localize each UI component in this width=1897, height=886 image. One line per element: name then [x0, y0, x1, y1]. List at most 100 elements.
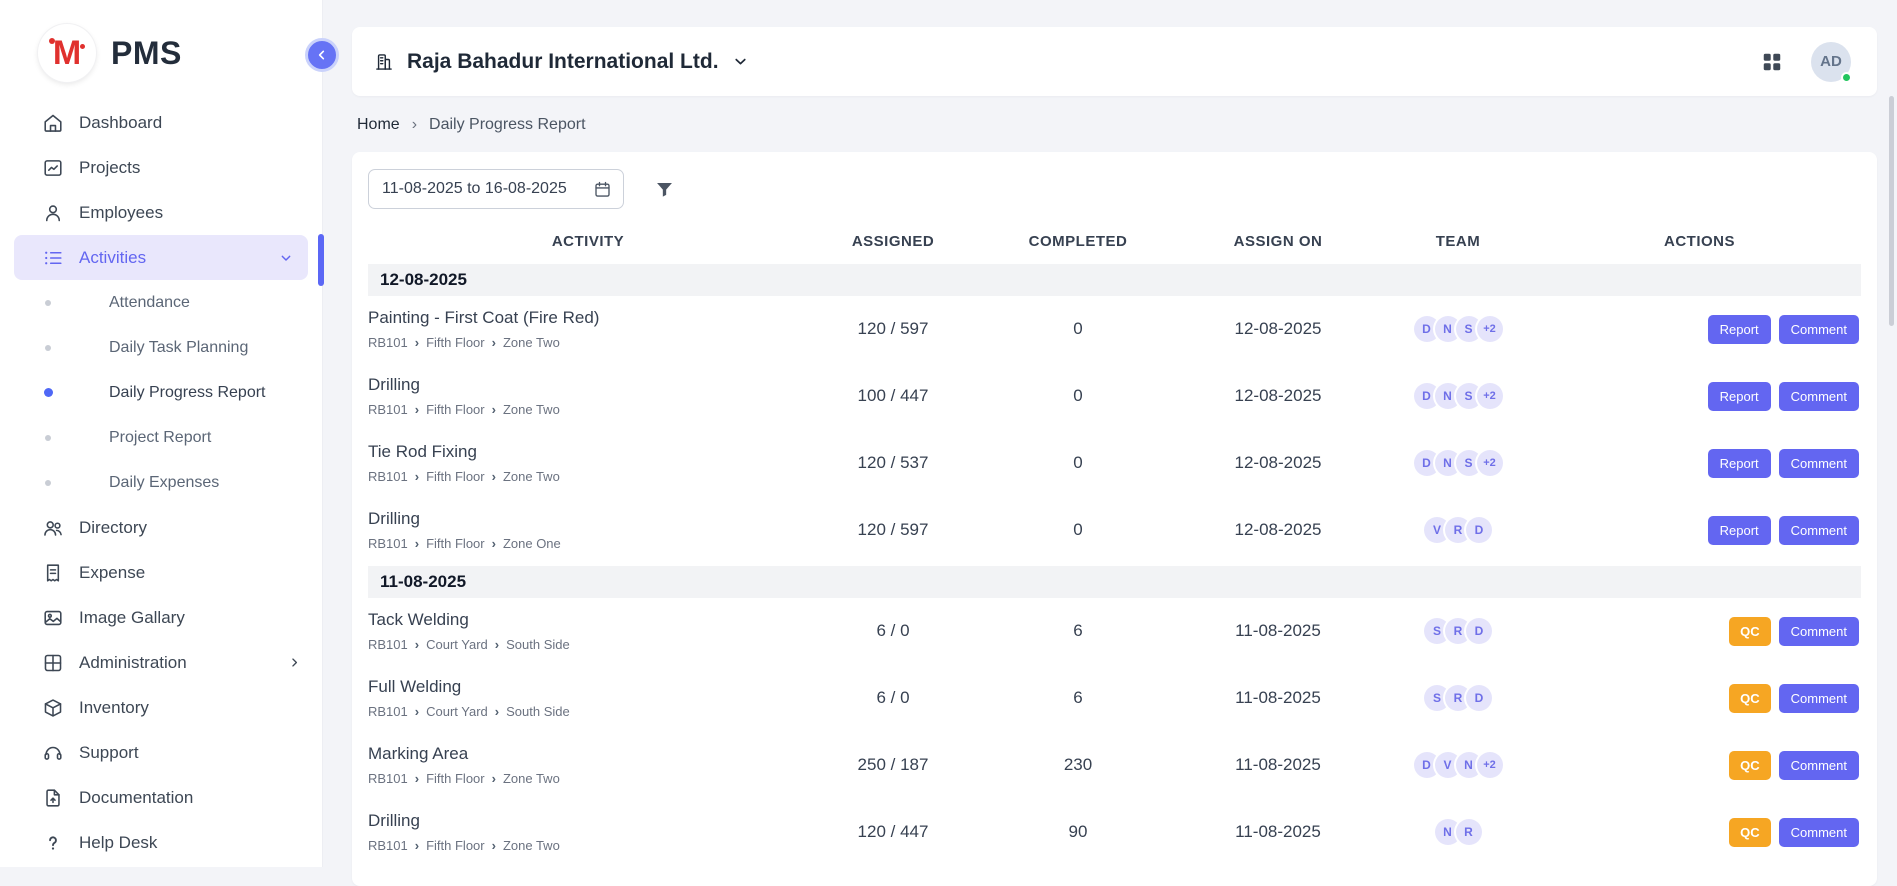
sidebar-item-label: Employees	[79, 203, 163, 223]
sidebar-item-image-gallery[interactable]: Image Gallary	[0, 595, 322, 640]
company-selector[interactable]: Raja Bahadur International Ltd.	[374, 50, 749, 74]
sidebar-item-label: Help Desk	[79, 833, 157, 853]
activities-list-icon	[42, 247, 64, 269]
table-row: Drilling RB101›Fifth Floor›Zone Two 120 …	[368, 799, 1861, 866]
chevron-separator-icon: ›	[412, 116, 417, 134]
breadcrumb-home[interactable]: Home	[357, 116, 400, 134]
comment-button[interactable]: Comment	[1779, 818, 1859, 847]
user-avatar[interactable]: AD	[1811, 42, 1851, 82]
home-icon	[42, 112, 64, 134]
report-button[interactable]: Report	[1708, 382, 1771, 411]
activity-title[interactable]: Drilling	[368, 508, 808, 529]
activity-title[interactable]: Painting - First Coat (Fire Red)	[368, 307, 808, 328]
sidebar-item-label: Administration	[79, 653, 187, 673]
activity-path: RB101›Fifth Floor›Zone Two	[368, 469, 808, 485]
comment-button[interactable]: Comment	[1779, 617, 1859, 646]
activity-title[interactable]: Tie Rod Fixing	[368, 441, 808, 462]
sidebar-item-documentation[interactable]: Documentation	[0, 775, 322, 820]
sidebar-collapse-button[interactable]	[305, 38, 339, 72]
comment-button[interactable]: Comment	[1779, 516, 1859, 545]
completed-value: 230	[978, 755, 1178, 775]
activity-title[interactable]: Marking Area	[368, 743, 808, 764]
filter-icon[interactable]	[654, 179, 675, 200]
qc-button[interactable]: QC	[1729, 684, 1771, 713]
pms-logo-icon: M	[38, 24, 96, 82]
breadcrumb-current: Daily Progress Report	[429, 116, 586, 134]
sidebar-item-projects[interactable]: Projects	[0, 145, 322, 190]
comment-button[interactable]: Comment	[1779, 382, 1859, 411]
sidebar-item-project-report[interactable]: Project Report	[0, 415, 322, 460]
sidebar-item-help-desk[interactable]: Help Desk	[0, 820, 322, 865]
sidebar-item-support[interactable]: Support	[0, 730, 322, 775]
sidebar-item-dashboard[interactable]: Dashboard	[0, 100, 322, 145]
bullet-icon	[45, 345, 51, 351]
activity-title[interactable]: Tack Welding	[368, 609, 808, 630]
team-avatars: SRD	[1378, 618, 1538, 644]
team-avatar[interactable]: R	[1456, 819, 1482, 845]
submenu-item-label: Daily Progress Report	[109, 384, 266, 402]
sidebar-item-inventory[interactable]: Inventory	[0, 685, 322, 730]
team-avatars: DVN+2	[1378, 752, 1538, 778]
scrollbar[interactable]	[1889, 96, 1894, 326]
report-button[interactable]: Report	[1708, 516, 1771, 545]
activity-title[interactable]: Drilling	[368, 374, 808, 395]
sidebar-item-directory[interactable]: Directory	[0, 505, 322, 550]
chevron-separator-icon: ›	[492, 470, 496, 484]
apps-grid-icon[interactable]	[1761, 51, 1783, 73]
assign-on-value: 11-08-2025	[1178, 822, 1378, 842]
report-button[interactable]: Report	[1708, 315, 1771, 344]
team-avatar[interactable]: D	[1466, 517, 1492, 543]
sidebar-item-label: Image Gallary	[79, 608, 185, 628]
comment-button[interactable]: Comment	[1779, 751, 1859, 780]
sidebar-item-employees[interactable]: Employees	[0, 190, 322, 235]
completed-value: 90	[978, 822, 1178, 842]
avatar-initials: AD	[1820, 53, 1842, 70]
online-status-dot	[1841, 72, 1852, 83]
table-row: Marking Area RB101›Fifth Floor›Zone Two …	[368, 732, 1861, 799]
filter-row	[368, 169, 1861, 209]
date-range-input[interactable]	[368, 169, 624, 209]
sidebar-item-daily-expenses[interactable]: Daily Expenses	[0, 460, 322, 505]
qc-button[interactable]: QC	[1729, 751, 1771, 780]
sidebar-item-activities[interactable]: Activities	[14, 235, 308, 280]
activity-title[interactable]: Drilling	[368, 810, 808, 831]
comment-button[interactable]: Comment	[1779, 315, 1859, 344]
sidebar-item-expense[interactable]: Expense	[0, 550, 322, 595]
report-card: ACTIVITY ASSIGNED COMPLETED ASSIGN ON TE…	[352, 152, 1877, 886]
sidebar-item-administration[interactable]: Administration	[0, 640, 322, 685]
qc-button[interactable]: QC	[1729, 818, 1771, 847]
table-row: Painting - First Coat (Fire Red) RB101›F…	[368, 296, 1861, 363]
comment-button[interactable]: Comment	[1779, 449, 1859, 478]
sidebar-item-label: Inventory	[79, 698, 149, 718]
breadcrumb: Home › Daily Progress Report	[357, 116, 1877, 134]
activity-title[interactable]: Full Welding	[368, 676, 808, 697]
chevron-separator-icon: ›	[415, 537, 419, 551]
question-mark-icon	[42, 832, 64, 854]
team-avatar[interactable]: D	[1466, 618, 1492, 644]
team-avatar-more[interactable]: +2	[1477, 450, 1503, 476]
sidebar-item-daily-task-planning[interactable]: Daily Task Planning	[0, 325, 322, 370]
table-row: Tack Welding RB101›Court Yard›South Side…	[368, 598, 1861, 665]
sidebar-item-label: Support	[79, 743, 139, 763]
team-avatar-more[interactable]: +2	[1477, 752, 1503, 778]
qc-button[interactable]: QC	[1729, 617, 1771, 646]
team-avatar[interactable]: D	[1466, 685, 1492, 711]
grid-window-icon	[42, 652, 64, 674]
date-range-value[interactable]	[382, 180, 577, 198]
submenu-item-label: Project Report	[109, 429, 211, 447]
calendar-icon[interactable]	[593, 180, 612, 199]
team-avatar-more[interactable]: +2	[1477, 316, 1503, 342]
sidebar-item-label: Projects	[79, 158, 140, 178]
report-button[interactable]: Report	[1708, 449, 1771, 478]
projects-icon	[42, 157, 64, 179]
activities-submenu: Attendance Daily Task Planning Daily Pro…	[0, 280, 322, 505]
activity-path: RB101›Fifth Floor›Zone Two	[368, 771, 808, 787]
sidebar-item-attendance[interactable]: Attendance	[0, 280, 322, 325]
activity-path: RB101›Court Yard›South Side	[368, 637, 808, 653]
activity-path: RB101›Fifth Floor›Zone Two	[368, 402, 808, 418]
table-row: Tie Rod Fixing RB101›Fifth Floor›Zone Tw…	[368, 430, 1861, 497]
activity-path: RB101›Fifth Floor›Zone One	[368, 536, 808, 552]
sidebar-item-daily-progress-report[interactable]: Daily Progress Report	[0, 370, 322, 415]
team-avatar-more[interactable]: +2	[1477, 383, 1503, 409]
comment-button[interactable]: Comment	[1779, 684, 1859, 713]
